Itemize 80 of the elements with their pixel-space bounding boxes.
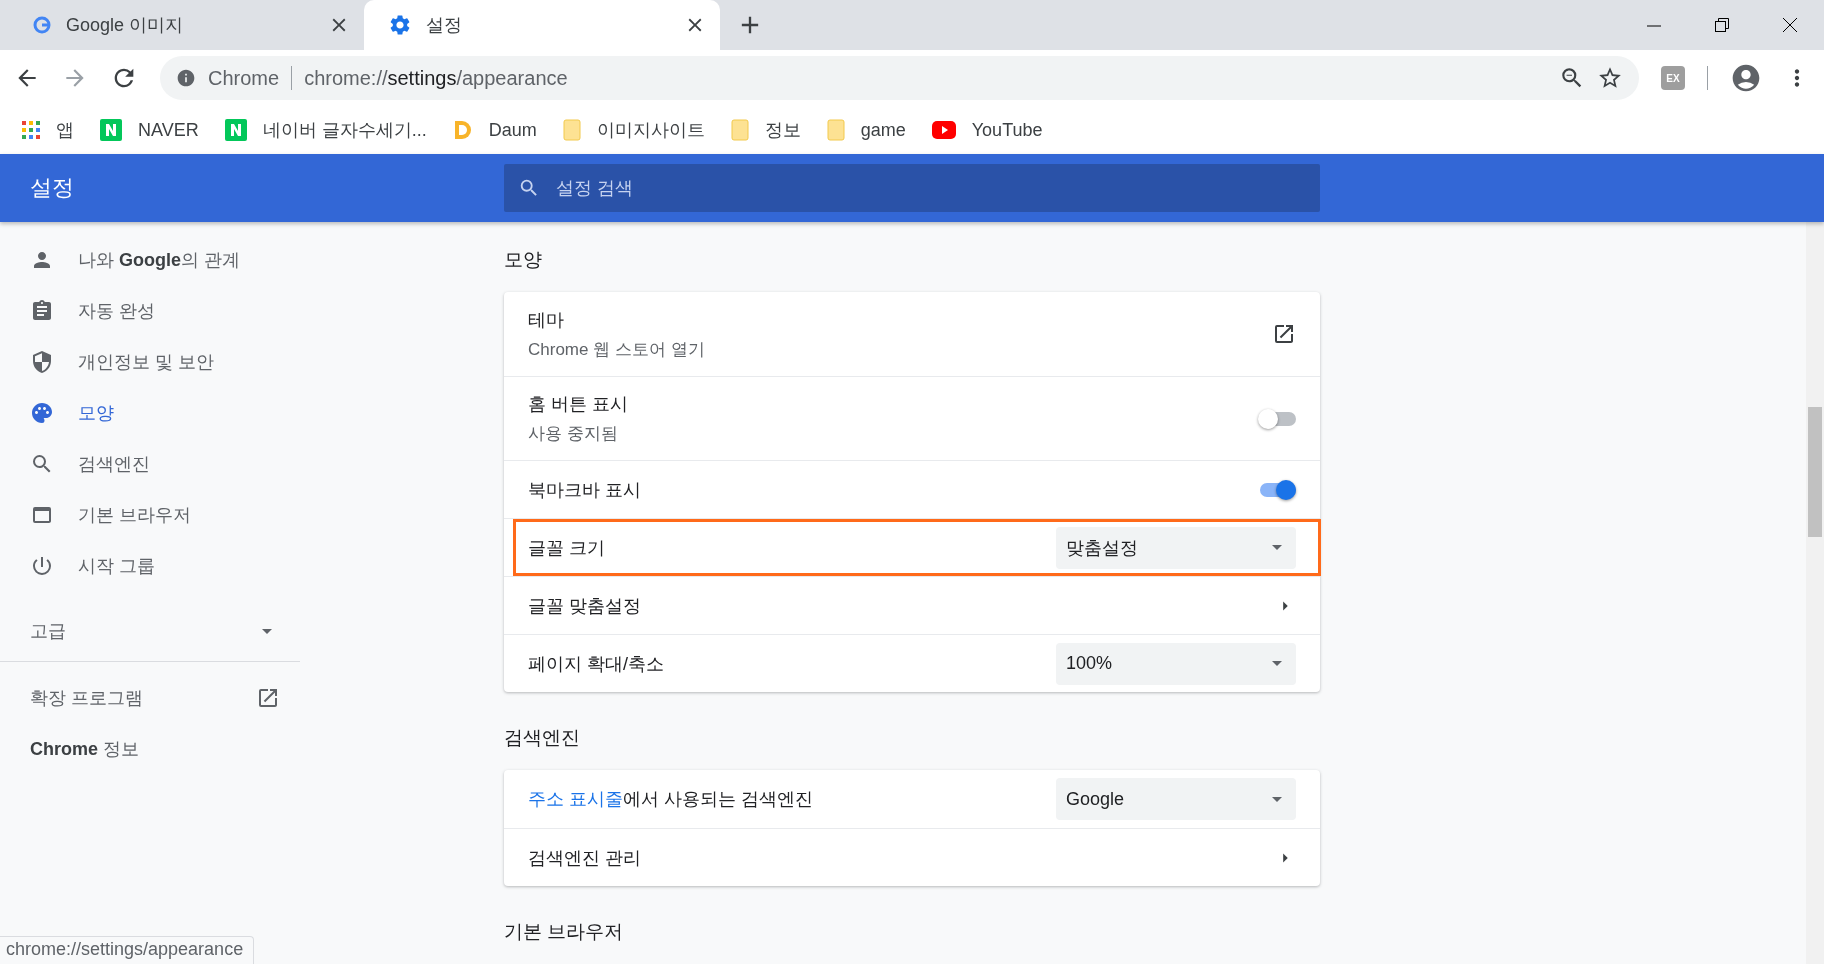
folder-icon bbox=[730, 119, 749, 141]
setting-label: 페이지 확대/축소 bbox=[528, 652, 665, 676]
sidebar-item[interactable]: 자동 완성 bbox=[0, 285, 300, 336]
sidebar-label: 개인정보 및 보안 bbox=[78, 350, 214, 374]
browser-tab[interactable]: Google 이미지 bbox=[8, 0, 364, 50]
section-title: 기본 브라우저 bbox=[504, 920, 624, 944]
n-logo-icon bbox=[100, 119, 122, 141]
play-logo-icon bbox=[931, 121, 956, 139]
dropdown[interactable]: 맞춤설정 bbox=[1056, 526, 1296, 569]
sidebar-label: 검색엔진 bbox=[78, 452, 150, 476]
sidebar-label: 시작 그룹 bbox=[78, 554, 155, 578]
url-text: chrome://settings/appearance bbox=[304, 66, 569, 90]
bookmark-link[interactable]: 정보 bbox=[764, 118, 801, 142]
toggle-switch[interactable] bbox=[1260, 482, 1296, 497]
google-logo-icon bbox=[32, 15, 52, 35]
bookmark-link[interactable]: 네이버 글자수세기... bbox=[262, 118, 427, 142]
site-name: Chrome bbox=[208, 66, 280, 90]
setting-label: 검색엔진 관리 bbox=[528, 846, 642, 870]
tab-title: 설정 bbox=[426, 14, 463, 37]
setting-description: Chrome 웹 스토어 열기 bbox=[528, 338, 706, 361]
sidebar-label: 기본 브라우저 bbox=[78, 503, 191, 527]
caret-icon bbox=[1272, 545, 1282, 550]
search-field[interactable]: 설정 검색 bbox=[504, 164, 1320, 212]
caret-icon bbox=[262, 628, 272, 634]
bookmark-link[interactable]: YouTube bbox=[971, 119, 1043, 141]
advanced-toggle[interactable]: 고급 bbox=[0, 601, 300, 662]
toggle-switch[interactable] bbox=[1260, 411, 1296, 426]
browser-tab[interactable]: 설정 bbox=[364, 0, 720, 50]
folder-icon bbox=[562, 119, 581, 141]
sidebar-icon bbox=[30, 349, 54, 374]
sidebar-label: 나와 Google의 관계 bbox=[78, 248, 241, 272]
external-link-icon[interactable] bbox=[1272, 322, 1296, 346]
setting-description: 사용 중지됨 bbox=[528, 423, 619, 445]
sidebar-item[interactable]: 개인정보 및 보안 bbox=[0, 336, 300, 387]
section-title: 모양 bbox=[504, 248, 542, 272]
search-icon bbox=[518, 177, 540, 199]
about-link[interactable]: Chrome 정보 bbox=[30, 736, 140, 761]
folder-icon bbox=[826, 119, 845, 141]
tab-title: Google 이미지 bbox=[66, 14, 185, 37]
caret-icon bbox=[1272, 661, 1282, 666]
setting-link[interactable]: 주소 표시줄 bbox=[528, 789, 623, 809]
sidebar-label: 모양 bbox=[78, 401, 114, 425]
sidebar-item[interactable]: 모양 bbox=[0, 387, 300, 438]
scrollbar[interactable] bbox=[1806, 222, 1824, 964]
sidebar-item[interactable]: 나와 Google의 관계 bbox=[0, 234, 300, 285]
status-url: chrome://settings/appearance bbox=[0, 936, 255, 964]
dropdown[interactable]: 100% bbox=[1056, 642, 1296, 685]
sidebar-icon bbox=[30, 298, 54, 323]
sidebar-item[interactable]: 검색엔진 bbox=[0, 438, 300, 489]
star-icon[interactable] bbox=[1597, 65, 1623, 91]
d-logo-icon bbox=[452, 119, 473, 141]
caret-icon bbox=[1272, 796, 1282, 802]
site-info-icon bbox=[176, 68, 196, 88]
grid-icon bbox=[22, 121, 40, 139]
profile-icon[interactable] bbox=[1730, 62, 1762, 94]
bookmark-link[interactable]: game bbox=[860, 119, 906, 141]
bookmark-link[interactable]: 이미지사이트 bbox=[596, 118, 705, 142]
setting-label: 홈 버튼 표시 bbox=[528, 393, 629, 416]
sidebar-item[interactable]: 기본 브라우저 bbox=[0, 489, 300, 540]
n-logo-icon bbox=[224, 119, 247, 141]
setting-label: 주소 표시줄에서 사용되는 검색엔진 bbox=[528, 788, 815, 811]
bookmark-link[interactable]: 앱 bbox=[56, 118, 74, 142]
scrollbar-thumb[interactable] bbox=[1808, 407, 1822, 537]
setting-label: 글꼴 크기 bbox=[528, 536, 606, 560]
setting-label: 북마크바 표시 bbox=[528, 478, 642, 502]
dropdown[interactable]: Google bbox=[1056, 778, 1296, 820]
bookmark-link[interactable]: NAVER bbox=[138, 119, 199, 141]
page-title: 설정 bbox=[29, 174, 75, 202]
advanced-label: 고급 bbox=[30, 620, 66, 643]
sidebar-icon bbox=[30, 400, 54, 425]
extensions-link[interactable]: 확장 프로그램 bbox=[30, 685, 143, 710]
sidebar-item[interactable]: 시작 그룹 bbox=[0, 540, 300, 591]
setting-label: 글꼴 맞춤설정 bbox=[528, 594, 642, 618]
gear-icon bbox=[388, 13, 412, 37]
address-bar[interactable]: Chrome chrome://settings/appearance bbox=[160, 56, 1639, 100]
search-placeholder: 설정 검색 bbox=[556, 177, 633, 200]
sidebar-label: 자동 완성 bbox=[78, 299, 155, 323]
section-title: 검색엔진 bbox=[504, 726, 580, 750]
bookmark-link[interactable]: Daum bbox=[488, 119, 537, 141]
setting-label: 테마 bbox=[528, 308, 565, 332]
